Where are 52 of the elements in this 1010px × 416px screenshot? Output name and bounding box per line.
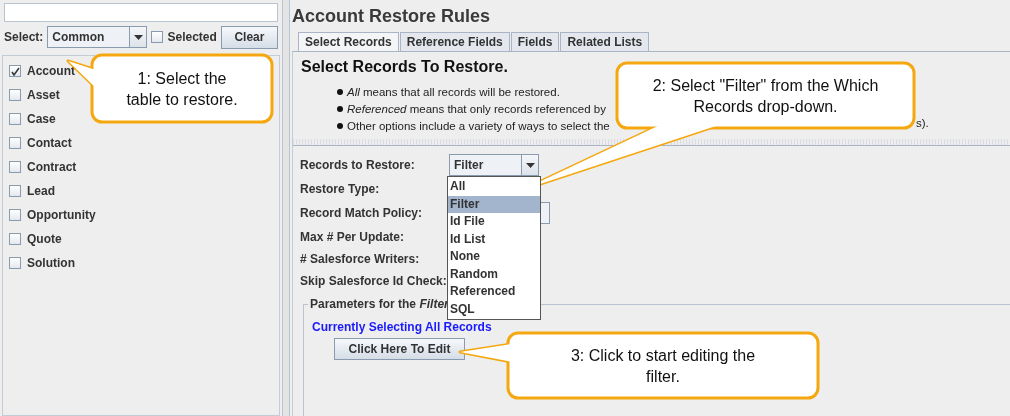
tab[interactable]: Select Records [298,32,399,51]
records-dropdown[interactable]: Filter [449,154,539,176]
table-checkbox[interactable]: Asset [3,83,62,107]
field-label: Restore Type: [300,182,381,196]
dropdown-option[interactable]: SQL [448,300,540,318]
bullet-text: Referenced means that only records referenced by [347,102,606,115]
dropdown-option[interactable]: None [448,248,540,266]
panel-title: Account Restore Rules [292,6,492,28]
select-dropdown[interactable]: Common [47,26,148,48]
clear-button[interactable]: Clear [220,25,278,49]
table-checkbox[interactable]: Lead [3,179,57,203]
table-checkbox[interactable]: Quote [3,227,64,251]
field-label: Records to Restore: [300,158,416,172]
section-heading: Select Records To Restore. [300,57,509,77]
dropdown-option[interactable]: Id List [448,230,540,248]
dropdown-option[interactable]: Random [448,265,540,283]
tab[interactable]: Related Lists [560,32,650,51]
tab[interactable]: Reference Fields [399,32,510,51]
filter-status: Currently Selecting All Records [312,320,492,334]
selected-checkbox[interactable]: Selected [151,30,217,44]
callout-text: 2: Select "Filter" from the Which Records drop-down. [651,75,880,117]
bullet-icon [337,105,343,112]
dropdown-option[interactable]: Id File [448,213,540,231]
dropdown-option[interactable]: All [448,178,540,196]
splitter-bar[interactable] [283,0,290,416]
table-checkbox[interactable]: Account [3,59,77,83]
dropdown-option[interactable]: Filter [448,195,540,213]
select-label: Select: [4,30,44,44]
bullet-text: s). [916,117,929,129]
field-label: Skip Salesforce Id Check: [300,274,448,288]
bullet-icon [337,122,343,129]
table-checkbox[interactable]: Contact [3,131,74,155]
callout-text: 1: Select the table to restore. [125,68,239,110]
dropdown-option[interactable]: Referenced [448,283,540,301]
table-checkbox[interactable]: Contract [3,155,79,179]
edit-button[interactable]: Click Here To Edit [334,338,465,360]
caret-icon [133,34,143,40]
caret-icon [525,162,535,168]
bullet-text: Other options include a variety of ways to select the [347,119,610,132]
bullet-icon [337,88,343,95]
splitter-bar[interactable] [293,139,1010,146]
callout-text: 3: Click to start editing the filter. [569,345,757,387]
tab[interactable]: Fields [510,32,560,51]
bullet-text: All means that all records will be restored. [347,85,560,98]
table-checkbox[interactable]: Solution [3,251,77,275]
field-label: # Salesforce Writers: [300,252,421,266]
search-field[interactable] [4,3,278,22]
table-checkbox[interactable]: Case [3,107,58,131]
table-checkbox[interactable]: Opportunity [3,203,98,227]
field-label: Max # Per Update: [300,230,406,244]
field-label: Record Match Policy: [300,206,424,220]
check-icon [10,66,20,76]
